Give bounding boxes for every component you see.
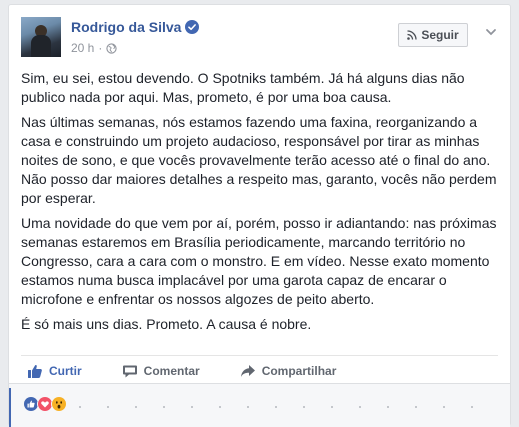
post-header: Rodrigo da Silva 20 h · Seguir	[21, 17, 498, 61]
reactions-bar	[9, 383, 510, 427]
wow-reaction-icon	[51, 396, 67, 412]
thumbs-up-icon	[28, 364, 42, 378]
meta-separator: ·	[98, 41, 103, 55]
post-actions: Curtir Comentar Compartilhar	[21, 355, 498, 385]
verified-badge-icon	[185, 20, 200, 34]
author-row: Rodrigo da Silva	[71, 19, 200, 35]
like-label: Curtir	[49, 363, 82, 378]
avatar[interactable]	[21, 17, 61, 57]
rss-icon	[407, 30, 417, 40]
reaction-icons[interactable]	[23, 396, 67, 412]
post-paragraph: É só mais uns dias. Prometo. A causa é n…	[21, 316, 312, 332]
like-button[interactable]: Curtir	[21, 363, 82, 379]
globe-icon[interactable]	[106, 42, 117, 54]
author-name[interactable]: Rodrigo da Silva	[71, 19, 181, 35]
share-label: Compartilhar	[261, 363, 337, 378]
comment-button[interactable]: Comentar	[116, 363, 200, 379]
follow-button[interactable]: Seguir	[398, 23, 468, 47]
post-card: Rodrigo da Silva 20 h · Seguir Sim, eu s…	[8, 4, 511, 427]
avatar-body	[31, 35, 51, 57]
post-timestamp[interactable]: 20 h	[71, 41, 94, 55]
reaction-count-placeholder	[79, 406, 494, 408]
post-body: Sim, eu sei, estou devendo. O Spotniks t…	[21, 69, 501, 340]
share-button[interactable]: Compartilhar	[234, 363, 337, 379]
post-meta: 20 h ·	[71, 41, 117, 55]
chevron-down-icon[interactable]	[484, 25, 498, 39]
post-paragraph: Sim, eu sei, estou devendo. O Spotniks t…	[21, 70, 465, 105]
post-paragraph: Nas últimas semanas, nós estamos fazendo…	[21, 114, 497, 206]
follow-label: Seguir	[421, 28, 459, 42]
share-icon	[240, 364, 255, 377]
comment-icon	[122, 365, 137, 377]
post-paragraph: Uma novidade do que vem por aí, porém, p…	[21, 215, 497, 307]
focus-indicator	[9, 388, 11, 427]
comment-label: Comentar	[143, 363, 200, 378]
